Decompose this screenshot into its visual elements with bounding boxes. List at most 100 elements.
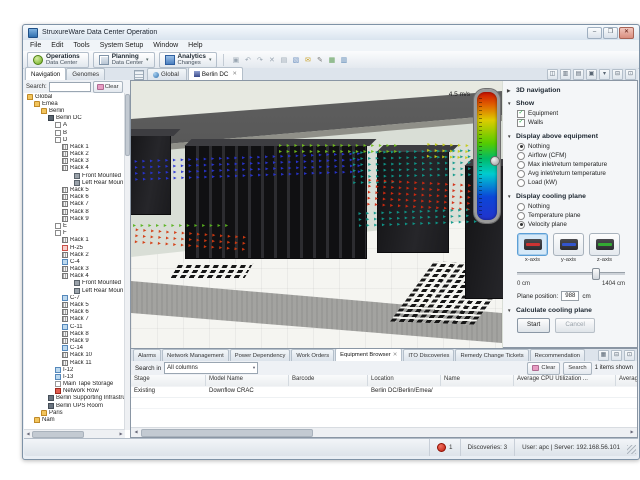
panel-header-icon[interactable]: ▣ (586, 69, 597, 80)
display-above-radio-row[interactable]: Nothing (517, 142, 637, 151)
slider-track[interactable] (517, 272, 625, 275)
tree-item[interactable]: Rack 6 (24, 309, 125, 316)
cancel-button[interactable]: Cancel (555, 318, 595, 333)
toolbar-icon[interactable]: ▦ (326, 54, 337, 65)
tree-item[interactable]: Berlin UPS Room (24, 402, 125, 409)
cooling-plane-radio-row[interactable]: Nothing (517, 202, 637, 211)
show-checkbox-row[interactable]: Equipment (517, 109, 637, 118)
tree-item[interactable]: Paris (24, 409, 125, 416)
tree-item[interactable]: Rack 6 (24, 194, 125, 201)
search-column-select[interactable]: All columns ▾ (164, 362, 258, 374)
collapse-arrow-icon[interactable]: ▼ (507, 101, 513, 106)
column-header[interactable]: Stage (131, 375, 206, 386)
tree-item[interactable]: Rack 9 (24, 215, 125, 222)
clear-search-button[interactable]: Clear (527, 362, 560, 375)
table-horizontal-scrollbar[interactable]: ◀ ▶ (131, 427, 637, 437)
radio-button[interactable] (517, 170, 525, 178)
plane-position-value[interactable]: 988 (561, 291, 579, 301)
bottom-tab[interactable]: Remedy Change Tickets (455, 349, 528, 361)
plane-position-slider[interactable] (517, 268, 625, 278)
toolbar-icon[interactable]: ↶ (242, 54, 253, 65)
tree-item[interactable]: C-14 (24, 345, 125, 352)
tree-item[interactable]: Rack 7 (24, 316, 125, 323)
left-panel-tab[interactable]: Genomes (66, 68, 105, 80)
tree-item[interactable]: Rack 1 (24, 143, 125, 150)
column-header[interactable]: Location (368, 375, 441, 386)
bottom-tab[interactable]: Network Management (162, 349, 229, 361)
collapse-arrow-icon[interactable]: ▼ (507, 134, 513, 139)
tree-item[interactable]: Rack 4 (24, 165, 125, 172)
tree-item[interactable]: H-25 (24, 244, 125, 251)
close-tab-icon[interactable]: ✕ (393, 352, 398, 358)
tree-item[interactable]: Rack 3 (24, 266, 125, 273)
chevron-down-icon[interactable]: ▾ (209, 57, 212, 63)
chevron-down-icon[interactable]: ▾ (146, 57, 149, 63)
column-header[interactable]: Barcode (289, 375, 368, 386)
tree-item[interactable]: D (24, 136, 125, 143)
tree-item[interactable]: C-11 (24, 323, 125, 330)
tree-item[interactable]: A (24, 122, 125, 129)
search-button[interactable]: Search (563, 362, 591, 375)
tree-item[interactable]: E (24, 222, 125, 229)
views-menu-icon[interactable] (134, 70, 144, 80)
column-header[interactable]: Name (441, 375, 514, 386)
menu-item[interactable]: Tools (73, 42, 89, 49)
tree-item[interactable]: B (24, 129, 125, 136)
toolbar-icon[interactable]: ✕ (266, 54, 277, 65)
section-show[interactable]: ▼ Show (507, 100, 637, 107)
maximize-button[interactable]: ❐ (603, 27, 618, 39)
menu-item[interactable]: Edit (51, 42, 63, 49)
tree-item[interactable]: Emea (24, 100, 125, 107)
tree-item[interactable]: Rack 9 (24, 337, 125, 344)
alarm-status[interactable]: 1 (429, 439, 460, 456)
bottom-tab[interactable]: Work Orders (291, 349, 334, 361)
view-tab[interactable]: Global (147, 68, 187, 80)
velocity-color-scale[interactable] (474, 89, 500, 223)
tree-item[interactable]: Rack 8 (24, 330, 125, 337)
display-above-radio-row[interactable]: Load (kW) (517, 178, 637, 187)
tree-item[interactable]: Rack 5 (24, 301, 125, 308)
tree-item[interactable]: F (24, 230, 125, 237)
toolbar-icon[interactable]: ✉ (302, 54, 313, 65)
radio-button[interactable] (517, 143, 525, 151)
bottom-tab[interactable]: Power Dependency (230, 349, 291, 361)
tree-item[interactable]: Rack 4 (24, 273, 125, 280)
menu-item[interactable]: File (30, 42, 41, 49)
tree-item[interactable]: I-13 (24, 373, 125, 380)
menu-item[interactable]: Window (153, 42, 178, 49)
bottom-tab[interactable]: Recommendation (530, 349, 585, 361)
tree-item[interactable]: C-7 (24, 294, 125, 301)
tree-item[interactable]: Rack 2 (24, 251, 125, 258)
tree-item[interactable]: Network Row (24, 388, 125, 395)
close-button[interactable]: ✕ (619, 27, 634, 39)
tree-item[interactable]: Rack 2 (24, 151, 125, 158)
3d-viewport[interactable]: ▸ ▸ ▸ ▸ ▸ ▸ ▸ ▸ ▸ ▸ ▸ ▸ ▸ ▸ ▸ ▸ ▸ ▸ ▸ ▸ … (130, 80, 505, 350)
radio-button[interactable] (517, 179, 525, 187)
close-tab-icon[interactable]: ✕ (232, 71, 237, 77)
checkbox[interactable] (517, 110, 525, 118)
tree-item[interactable]: Rack 3 (24, 158, 125, 165)
show-checkbox-row[interactable]: Walls (517, 118, 637, 127)
section-display-cooling-plane[interactable]: ▼ Display cooling plane (507, 193, 637, 200)
table-row[interactable]: Existing Downflow CRAC Berlin DC/Berlin/… (131, 386, 637, 398)
tree-item[interactable]: Rack 1 (24, 237, 125, 244)
toolbar-icon[interactable]: ▤ (278, 54, 289, 65)
tree-search-input[interactable] (49, 82, 91, 92)
minimize-button[interactable]: – (587, 27, 602, 39)
collapse-arrow-icon[interactable]: ▶ (507, 88, 513, 94)
panel-header-icon[interactable]: ⊡ (625, 69, 636, 80)
section-display-above-equipment[interactable]: ▼ Display above equipment (507, 133, 637, 140)
tree-item[interactable]: Left Rear Moun (24, 179, 125, 186)
panel-header-icon[interactable]: ⊡ (624, 350, 635, 361)
radio-button[interactable] (517, 152, 525, 160)
tree-item[interactable]: Global (24, 93, 125, 100)
display-above-radio-row[interactable]: Airflow (CFM) (517, 151, 637, 160)
tree-item[interactable]: Left Rear Moun (24, 287, 125, 294)
panel-header-icon[interactable]: ⊟ (612, 69, 623, 80)
tree-item[interactable]: Berlin DC (24, 115, 125, 122)
panel-header-icon[interactable]: ⊟ (611, 350, 622, 361)
radio-button[interactable] (517, 212, 525, 220)
radio-button[interactable] (517, 221, 525, 229)
menu-item[interactable]: System Setup (100, 42, 144, 49)
tree-item[interactable]: I-12 (24, 366, 125, 373)
